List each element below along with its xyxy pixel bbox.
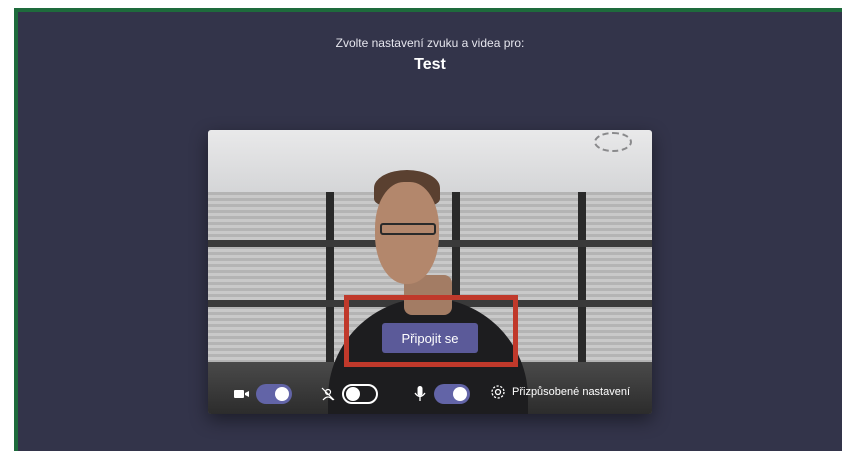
join-button[interactable]: Připojit se <box>382 323 478 353</box>
meeting-prejoin-screen: Zvolte nastavení zvuku a videa pro: Test… <box>14 8 842 451</box>
camera-control <box>234 384 292 404</box>
custom-settings-label: Přizpůsobené nastavení <box>512 386 631 398</box>
device-controls: Přizpůsobené nastavení <box>208 380 652 410</box>
background-blur-toggle[interactable] <box>342 384 378 404</box>
camera-toggle[interactable] <box>256 384 292 404</box>
microphone-toggle[interactable] <box>434 384 470 404</box>
background-blur-icon <box>320 386 336 402</box>
microphone-icon <box>412 386 428 402</box>
person-glasses <box>380 223 436 235</box>
background-blur-control <box>320 384 378 404</box>
camera-icon <box>234 386 250 402</box>
custom-settings-button[interactable]: Přizpůsobené nastavení <box>490 384 630 400</box>
gear-icon <box>490 384 506 400</box>
microphone-control <box>412 384 470 404</box>
ceiling-vent <box>594 132 632 152</box>
meeting-title: Test <box>414 56 446 73</box>
prejoin-subtitle: Zvolte nastavení zvuku a videa pro: <box>335 36 525 50</box>
video-preview: Připojit se Přizpůsobené nastavení <box>208 130 652 414</box>
